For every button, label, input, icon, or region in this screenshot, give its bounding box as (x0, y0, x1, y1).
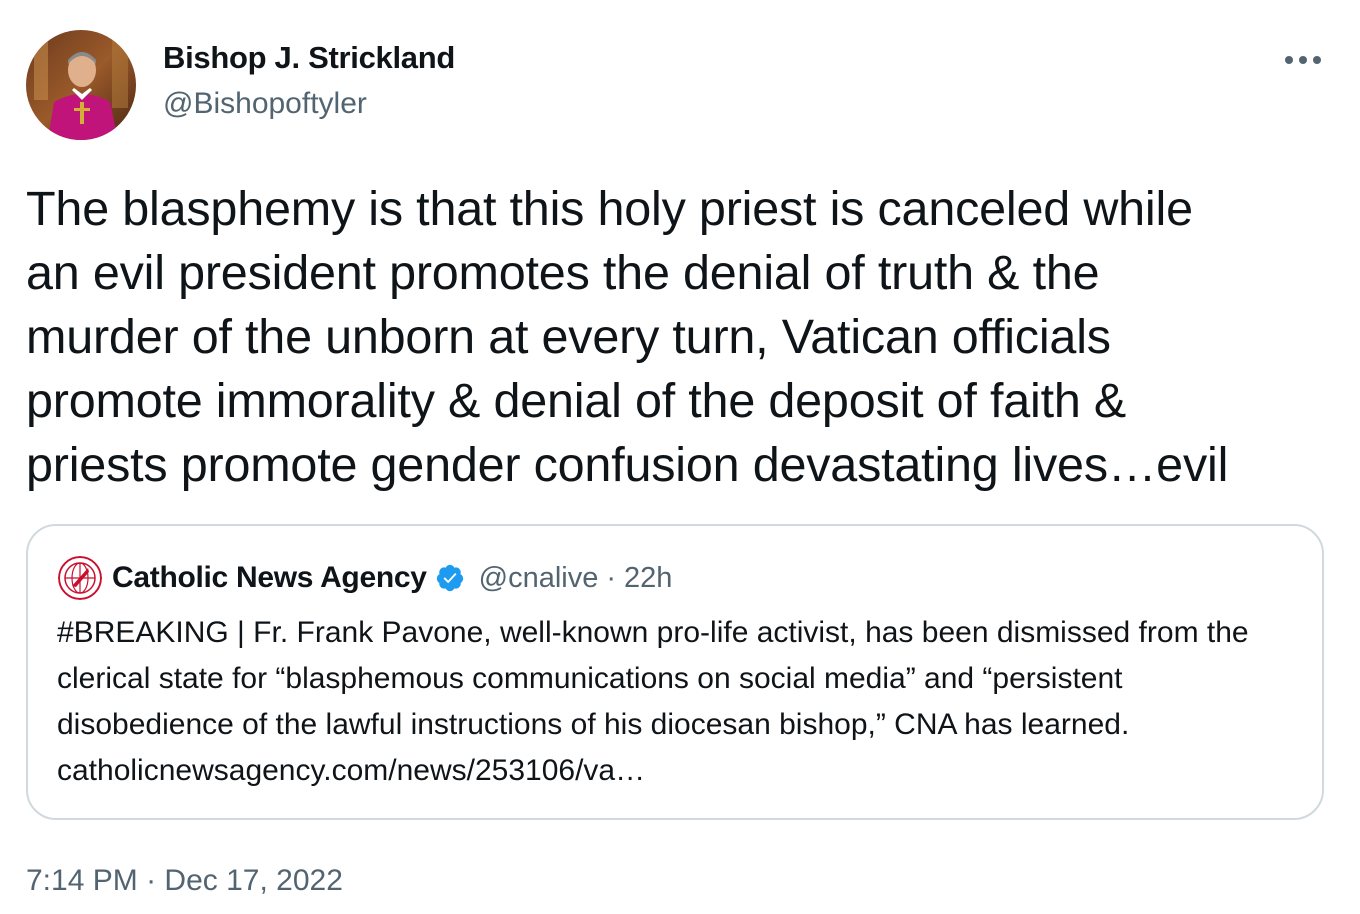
timestamp-separator: · (146, 864, 157, 897)
quoted-tweet-card[interactable]: Catholic News Agency @cnalive · 22h #BRE… (26, 524, 1324, 820)
tweet-time[interactable]: 7:14 PM (26, 864, 138, 897)
author-handle[interactable]: @Bishopoftyler (163, 84, 367, 124)
quoted-separator: · (606, 561, 617, 594)
more-horizontal-icon (1285, 56, 1321, 64)
tweet: Bishop J. Strickland @Bishopoftyler The … (0, 0, 1360, 914)
tweet-text: The blasphemy is that this holy priest i… (26, 182, 1229, 492)
more-options-button[interactable] (1280, 42, 1326, 78)
author-avatar[interactable] (26, 30, 136, 140)
quoted-tweet-body: #BREAKING | Fr. Frank Pavone, well-known… (57, 616, 1249, 741)
quoted-author-handle[interactable]: @cnalive (479, 562, 599, 595)
quoted-tweet-link[interactable]: catholicnewsagency.com/news/253106/va… (57, 754, 645, 787)
verified-badge-icon (435, 563, 465, 593)
quoted-author-avatar[interactable] (58, 556, 102, 600)
quoted-time[interactable]: 22h (624, 562, 672, 595)
author-name[interactable]: Bishop J. Strickland (163, 38, 455, 78)
tweet-date[interactable]: Dec 17, 2022 (164, 864, 342, 897)
tweet-timestamp: 7:14 PM · Dec 17, 2022 (26, 860, 343, 902)
quoted-author-name[interactable]: Catholic News Agency (112, 561, 427, 595)
quoted-tweet-header: Catholic News Agency @cnalive · 22h (58, 556, 672, 600)
quoted-tweet-text: #BREAKING | Fr. Frank Pavone, well-known… (57, 610, 1307, 794)
